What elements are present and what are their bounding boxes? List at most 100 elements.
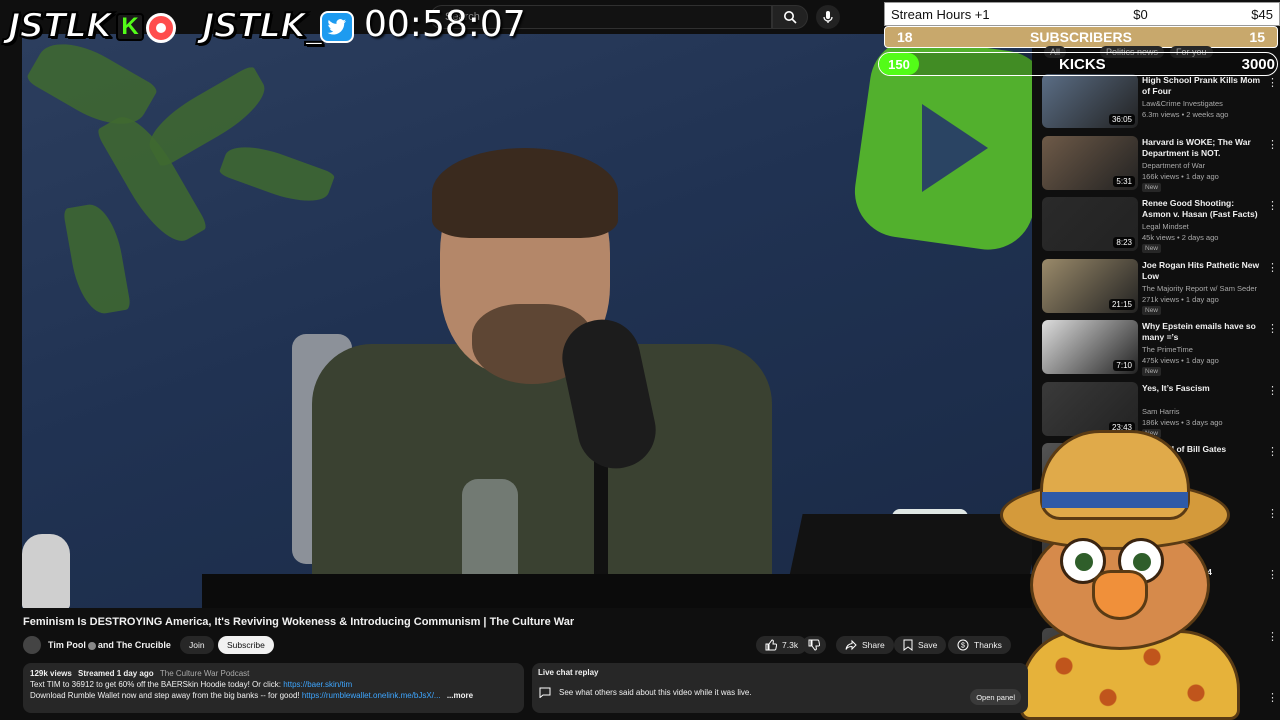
- video-title[interactable]: Yes, It’s Fascism: [1142, 383, 1262, 394]
- more-options-icon[interactable]: ⋮: [1267, 322, 1278, 335]
- twitter-bird-icon: [320, 11, 354, 43]
- more-options-icon[interactable]: ⋮: [1267, 384, 1278, 397]
- live-chat-replay-box: Live chat replay See what others said ab…: [532, 663, 1028, 713]
- show-more-link[interactable]: ...more: [447, 691, 473, 700]
- more-options-icon[interactable]: ⋮: [1267, 199, 1278, 212]
- host-person: [312, 148, 772, 608]
- record-icon: [146, 13, 176, 43]
- kicks-goal: 150 KICKS 3000: [878, 52, 1278, 76]
- thanks-button[interactable]: $ Thanks: [948, 636, 1011, 654]
- more-options-icon[interactable]: ⋮: [1267, 507, 1278, 520]
- video-channel[interactable]: Law&Crime Investigates: [1142, 99, 1223, 108]
- video-thumbnail[interactable]: 36:05: [1042, 74, 1138, 128]
- video-player[interactable]: [22, 34, 1032, 608]
- video-thumbnail[interactable]: 7:10: [1042, 320, 1138, 374]
- video-channel[interactable]: Sam Harris: [1142, 407, 1180, 416]
- brand-kick-name: JSTLK: [7, 5, 113, 47]
- kicks-progress-fill: 150: [879, 53, 919, 75]
- subscribers-goal: 18 SUBSCRIBERS 15: [884, 26, 1278, 48]
- recommended-video-item[interactable]: 21:15 Joe Rogan Hits Pathetic New Low The …: [1042, 258, 1278, 317]
- subs-current: 18: [897, 29, 913, 45]
- description-line-1: Text TIM to 36912 to get 60% off the BAE…: [30, 680, 281, 689]
- search-icon: [784, 11, 797, 24]
- subs-goal: 15: [1249, 29, 1265, 45]
- podcast-tag[interactable]: The Culture War Podcast: [160, 669, 250, 678]
- video-channel[interactable]: The PrimeTime: [1142, 345, 1193, 354]
- video-thumbnail[interactable]: 21:15: [1042, 258, 1138, 313]
- video-meta: 166k views • 1 day ago: [1142, 171, 1219, 181]
- bobblehead-figure: [22, 534, 70, 608]
- video-title[interactable]: High School Prank Kills Mom of Four: [1142, 75, 1262, 97]
- recommended-video-item[interactable]: 8:23 Renee Good Shooting: Asmon v. Hasan …: [1042, 197, 1278, 255]
- video-thumbnail[interactable]: 23:43: [1042, 381, 1138, 436]
- desk: [202, 574, 1032, 608]
- video-duration: 8:23: [1113, 237, 1135, 248]
- new-badge: New: [1142, 367, 1162, 376]
- channel-avatar[interactable]: [23, 636, 41, 654]
- streamed-date: Streamed 1 day ago: [78, 669, 154, 678]
- thumbs-up-icon: [765, 639, 777, 651]
- video-meta: 271k views • 1 day ago: [1142, 294, 1219, 304]
- recommended-video-item[interactable]: 5:31 Harvard is WOKE; The War Department …: [1042, 135, 1278, 194]
- new-badge: New: [1142, 244, 1162, 253]
- video-title[interactable]: Harvard is WOKE; The War Department is N…: [1142, 137, 1262, 159]
- video-channel[interactable]: Legal Mindset: [1142, 222, 1189, 231]
- channel-name[interactable]: Tim Pool: [48, 640, 86, 650]
- video-channel[interactable]: Department of War: [1142, 161, 1205, 170]
- description-line-2: Download Rumble Wallet now and step away…: [30, 691, 300, 700]
- voice-search-button[interactable]: [816, 5, 840, 29]
- video-thumbnail[interactable]: 8:23: [1042, 197, 1138, 251]
- save-button[interactable]: Save: [894, 636, 947, 654]
- more-options-icon[interactable]: ⋮: [1267, 630, 1278, 643]
- more-options-icon[interactable]: ⋮: [1267, 261, 1278, 274]
- more-options-icon[interactable]: ⋮: [1267, 445, 1278, 458]
- video-duration: 21:15: [1108, 298, 1135, 310]
- new-badge: New: [1142, 182, 1162, 192]
- rumble-logo-play: [922, 104, 988, 192]
- video-channel[interactable]: The Majority Report w/ Sam Seder: [1142, 284, 1257, 293]
- stream-hours-label: Stream Hours +1: [891, 6, 990, 22]
- kicks-current: 150: [888, 56, 910, 72]
- description-box[interactable]: 129k views Streamed 1 day ago The Cultur…: [23, 663, 524, 713]
- like-button[interactable]: 7.3k: [756, 636, 808, 654]
- super-thanks-icon: $: [957, 639, 969, 651]
- recommended-video-item[interactable]: 36:05 High School Prank Kills Mom of Four…: [1042, 74, 1278, 132]
- video-duration: 36:05: [1108, 114, 1135, 125]
- join-button[interactable]: Join: [180, 636, 214, 654]
- kicks-label: KICKS: [1059, 56, 1106, 73]
- channel-names[interactable]: Tim Pool and The Crucible: [48, 640, 171, 650]
- video-duration: 7:10: [1113, 360, 1135, 371]
- video-title[interactable]: Joe Rogan Hits Pathetic New Low: [1142, 260, 1262, 282]
- kicks-goal-value: 3000: [1241, 56, 1275, 73]
- description-link-2[interactable]: https://rumblewallet.onelink.me/bJsX/...: [302, 691, 441, 700]
- thanks-label: Thanks: [974, 640, 1002, 650]
- more-options-icon[interactable]: ⋮: [1267, 138, 1278, 151]
- video-thumbnail[interactable]: 5:31: [1042, 135, 1138, 190]
- description-link-1[interactable]: https://baer.skin/tim: [283, 680, 352, 689]
- video-title[interactable]: Why Epstein emails have so many =’s: [1142, 321, 1262, 343]
- search-button[interactable]: [772, 5, 808, 29]
- recommended-video-item[interactable]: 7:10 Why Epstein emails have so many =’s T…: [1042, 320, 1278, 378]
- video-title: Feminism Is DESTROYING America, It's Rev…: [23, 616, 575, 628]
- video-title[interactable]: Renee Good Shooting: Asmon v. Hasan (Fas…: [1142, 198, 1262, 220]
- chat-icon: [539, 687, 551, 698]
- plant-leaf: [62, 200, 132, 318]
- share-button[interactable]: Share: [836, 636, 894, 654]
- dislike-button[interactable]: [802, 636, 826, 654]
- share-label: Share: [862, 640, 885, 650]
- stream-hours-max: $45: [1251, 6, 1273, 22]
- subs-label: SUBSCRIBERS: [1030, 29, 1132, 45]
- verified-icon: [87, 641, 96, 650]
- subscribe-button[interactable]: Subscribe: [218, 636, 274, 654]
- more-options-icon[interactable]: ⋮: [1267, 76, 1278, 89]
- more-options-icon[interactable]: ⋮: [1267, 691, 1278, 704]
- like-count: 7.3k: [782, 640, 799, 650]
- kick-logo-icon: K: [116, 13, 144, 41]
- video-meta: 475k views • 1 day ago: [1142, 356, 1219, 365]
- channel-collab[interactable]: and The Crucible: [98, 640, 171, 650]
- live-chat-title: Live chat replay: [538, 668, 599, 677]
- new-badge: New: [1142, 305, 1162, 315]
- video-meta: 186k views • 3 days ago: [1142, 417, 1223, 427]
- more-options-icon[interactable]: ⋮: [1267, 568, 1278, 581]
- open-panel-button[interactable]: Open panel: [970, 689, 1021, 705]
